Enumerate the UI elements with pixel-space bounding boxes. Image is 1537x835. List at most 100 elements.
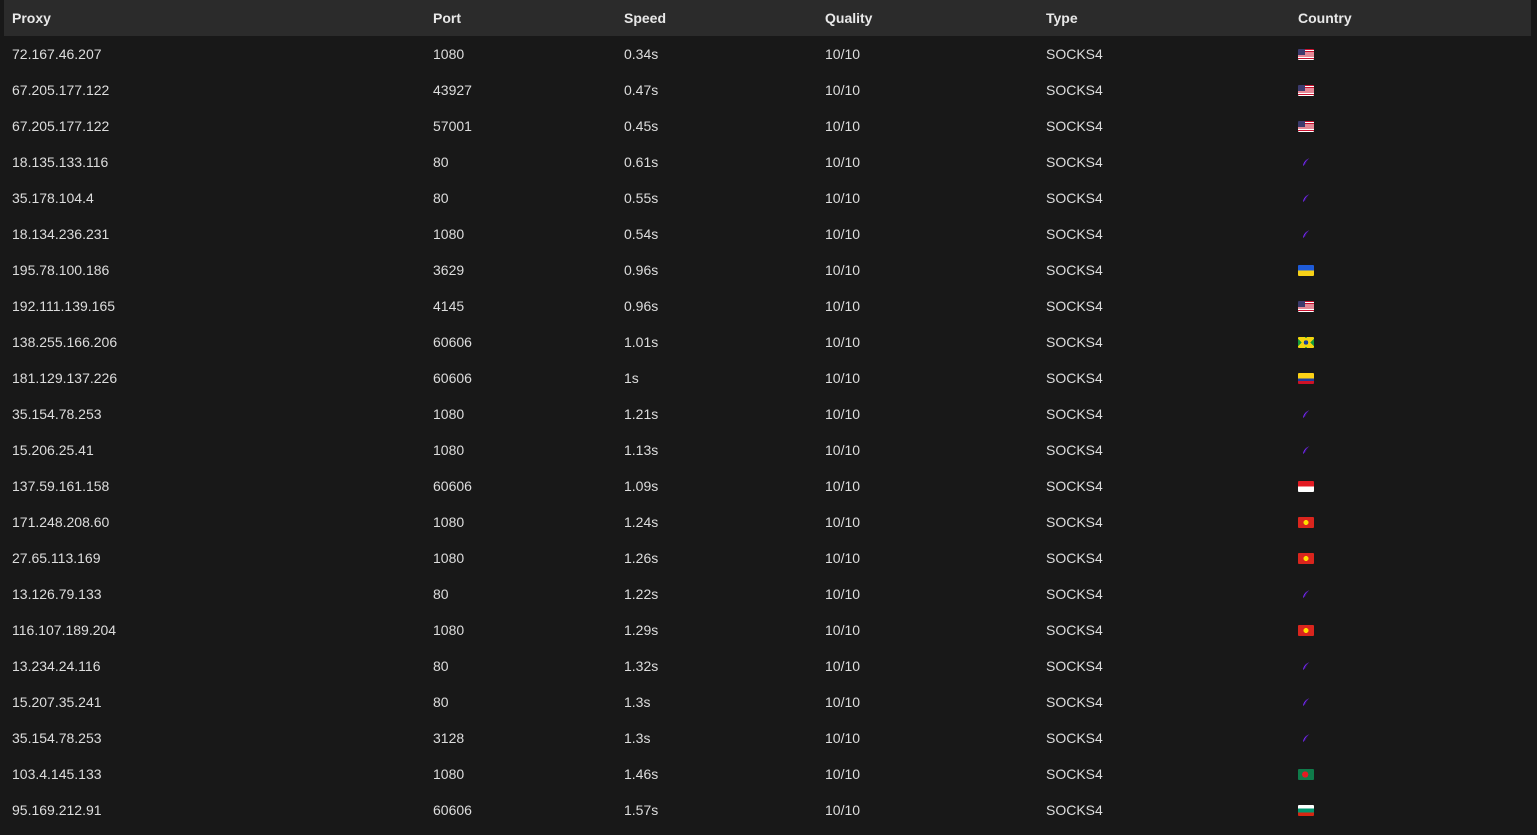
- table-row[interactable]: 13.234.24.116 80 1.32s 10/10 SOCKS4: [4, 648, 1531, 684]
- type-cell: SOCKS4: [1046, 442, 1103, 458]
- table-row[interactable]: 181.129.137.226 60606 1s 10/10 SOCKS4: [4, 360, 1531, 396]
- proxy-cell: 195.78.100.186: [12, 262, 110, 278]
- quality-cell: 10/10: [825, 298, 861, 314]
- table-row[interactable]: 35.154.78.253 3128 1.3s 10/10 SOCKS4: [4, 720, 1531, 756]
- type-cell: SOCKS4: [1046, 118, 1103, 134]
- unknown-flag-icon: [1298, 156, 1314, 168]
- table-row[interactable]: 72.167.46.207 1080 0.34s 10/10 SOCKS4: [4, 36, 1531, 72]
- speed-cell: 1.09s: [624, 478, 659, 494]
- speed-cell: 0.55s: [624, 190, 659, 206]
- quality-cell: 10/10: [825, 118, 861, 134]
- country-cell: [1290, 684, 1531, 720]
- speed-cell: 0.96s: [624, 262, 659, 278]
- country-cell: [1290, 612, 1531, 648]
- table-row[interactable]: 27.65.113.169 1080 1.26s 10/10 SOCKS4: [4, 540, 1531, 576]
- table-row[interactable]: 116.107.189.204 1080 1.29s 10/10 SOCKS4: [4, 612, 1531, 648]
- speed-cell: 1.13s: [624, 442, 659, 458]
- table-body: 72.167.46.207 1080 0.34s 10/10 SOCKS4 67.205.…: [4, 36, 1531, 828]
- unknown-flag-icon: [1298, 408, 1314, 420]
- quality-cell: 10/10: [825, 730, 861, 746]
- proxy-cell: 13.234.24.116: [12, 658, 101, 674]
- vn-flag-icon: [1298, 624, 1314, 636]
- table-row[interactable]: 35.178.104.4 80 0.55s 10/10 SOCKS4: [4, 180, 1531, 216]
- proxy-cell: 116.107.189.204: [12, 622, 117, 638]
- type-cell: SOCKS4: [1046, 298, 1103, 314]
- table-row[interactable]: 138.255.166.206 60606 1.01s 10/10 SOCKS4: [4, 324, 1531, 360]
- speed-cell: 1.22s: [624, 586, 659, 602]
- quality-cell: 10/10: [825, 46, 861, 62]
- type-cell: SOCKS4: [1046, 802, 1103, 818]
- us-flag-icon: [1298, 48, 1314, 60]
- table-row[interactable]: 35.154.78.253 1080 1.21s 10/10 SOCKS4: [4, 396, 1531, 432]
- table-row[interactable]: 195.78.100.186 3629 0.96s 10/10 SOCKS4: [4, 252, 1531, 288]
- quality-cell: 10/10: [825, 766, 861, 782]
- port-cell: 3629: [433, 262, 465, 278]
- column-header-quality[interactable]: Quality: [817, 0, 1038, 36]
- table-row[interactable]: 95.169.212.91 60606 1.57s 10/10 SOCKS4: [4, 792, 1531, 828]
- table-row[interactable]: 171.248.208.60 1080 1.24s 10/10 SOCKS4: [4, 504, 1531, 540]
- proxy-cell: 192.111.139.165: [12, 298, 116, 314]
- port-cell: 80: [433, 586, 449, 602]
- proxy-cell: 27.65.113.169: [12, 550, 101, 566]
- country-cell: [1290, 792, 1531, 828]
- column-header-speed[interactable]: Speed: [616, 0, 817, 36]
- country-cell: [1290, 324, 1531, 360]
- type-cell: SOCKS4: [1046, 622, 1103, 638]
- speed-cell: 1.01s: [624, 334, 659, 350]
- country-cell: [1290, 396, 1531, 432]
- proxy-cell: 35.178.104.4: [12, 190, 94, 206]
- port-cell: 80: [433, 658, 449, 674]
- table-row[interactable]: 192.111.139.165 4145 0.96s 10/10 SOCKS4: [4, 288, 1531, 324]
- port-cell: 1080: [433, 550, 465, 566]
- quality-cell: 10/10: [825, 82, 861, 98]
- speed-cell: 0.47s: [624, 82, 659, 98]
- proxy-cell: 15.206.25.41: [12, 442, 94, 458]
- type-cell: SOCKS4: [1046, 154, 1103, 170]
- table-row[interactable]: 67.205.177.122 57001 0.45s 10/10 SOCKS4: [4, 108, 1531, 144]
- table-row[interactable]: 18.134.236.231 1080 0.54s 10/10 SOCKS4: [4, 216, 1531, 252]
- table-row[interactable]: 15.207.35.241 80 1.3s 10/10 SOCKS4: [4, 684, 1531, 720]
- proxy-cell: 103.4.145.133: [12, 766, 102, 782]
- quality-cell: 10/10: [825, 658, 861, 674]
- quality-cell: 10/10: [825, 550, 861, 566]
- column-header-country[interactable]: Country: [1290, 0, 1531, 36]
- country-cell: [1290, 72, 1531, 108]
- quality-cell: 10/10: [825, 802, 861, 818]
- proxy-table: Proxy Port Speed Quality Type Country 72…: [4, 0, 1531, 828]
- port-cell: 80: [433, 694, 449, 710]
- speed-cell: 0.61s: [624, 154, 659, 170]
- speed-cell: 1.21s: [624, 406, 659, 422]
- table-row[interactable]: 67.205.177.122 43927 0.47s 10/10 SOCKS4: [4, 72, 1531, 108]
- type-cell: SOCKS4: [1046, 550, 1103, 566]
- quality-cell: 10/10: [825, 406, 861, 422]
- type-cell: SOCKS4: [1046, 226, 1103, 242]
- country-cell: [1290, 432, 1531, 468]
- country-cell: [1290, 36, 1531, 72]
- table-header: Proxy Port Speed Quality Type Country: [4, 0, 1531, 36]
- column-header-port[interactable]: Port: [425, 0, 616, 36]
- speed-cell: 1s: [624, 370, 639, 386]
- br-flag-icon: [1298, 336, 1314, 348]
- column-header-type[interactable]: Type: [1038, 0, 1290, 36]
- table-row[interactable]: 103.4.145.133 1080 1.46s 10/10 SOCKS4: [4, 756, 1531, 792]
- ua-flag-icon: [1298, 264, 1314, 276]
- type-cell: SOCKS4: [1046, 262, 1103, 278]
- type-cell: SOCKS4: [1046, 730, 1103, 746]
- country-cell: [1290, 504, 1531, 540]
- proxy-cell: 171.248.208.60: [12, 514, 110, 530]
- speed-cell: 0.96s: [624, 298, 659, 314]
- quality-cell: 10/10: [825, 262, 861, 278]
- speed-cell: 0.34s: [624, 46, 659, 62]
- table-row[interactable]: 137.59.161.158 60606 1.09s 10/10 SOCKS4: [4, 468, 1531, 504]
- table-row[interactable]: 15.206.25.41 1080 1.13s 10/10 SOCKS4: [4, 432, 1531, 468]
- table-row[interactable]: 13.126.79.133 80 1.22s 10/10 SOCKS4: [4, 576, 1531, 612]
- proxy-cell: 18.134.236.231: [12, 226, 110, 242]
- quality-cell: 10/10: [825, 154, 861, 170]
- quality-cell: 10/10: [825, 586, 861, 602]
- unknown-flag-icon: [1298, 228, 1314, 240]
- quality-cell: 10/10: [825, 442, 861, 458]
- table-row[interactable]: 18.135.133.116 80 0.61s 10/10 SOCKS4: [4, 144, 1531, 180]
- unknown-flag-icon: [1298, 588, 1314, 600]
- column-header-proxy[interactable]: Proxy: [4, 0, 425, 36]
- quality-cell: 10/10: [825, 334, 861, 350]
